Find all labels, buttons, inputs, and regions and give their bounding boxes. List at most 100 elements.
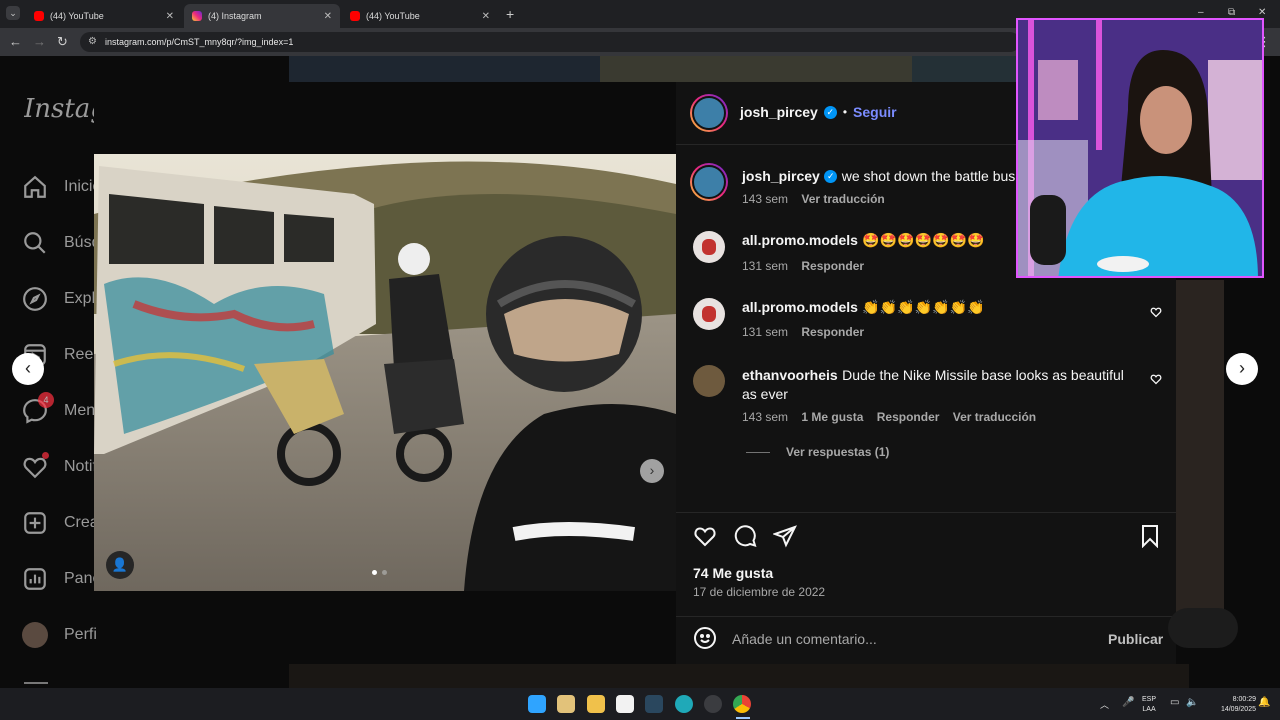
heart-icon[interactable] [1150,373,1162,385]
caption-time: 143 sem [742,192,789,206]
tagged-users-icon[interactable]: 👤 [106,551,134,579]
address-bar[interactable]: ⚙ instagram.com/p/CmST_mny8qr/?img_index… [80,32,1020,52]
author-avatar[interactable] [690,94,728,132]
sidebar-item-dashboard[interactable]: Panel [22,566,96,592]
youtube-icon [34,11,44,21]
reply-link[interactable]: Responder [877,410,940,424]
notifications-icon[interactable]: 🔔 [1258,697,1270,708]
obs-icon[interactable] [704,695,722,713]
url-text: instagram.com/p/CmST_mny8qr/?img_index=1 [105,37,294,47]
store-icon[interactable] [557,695,575,713]
instagram-logo[interactable]: Instagram [24,94,94,124]
forward-icon[interactable]: → [33,34,46,49]
maximize-button[interactable]: ⧉ [1228,7,1235,18]
post-image[interactable]: 👤 › [94,154,676,591]
save-icon[interactable] [1138,524,1162,548]
share-icon[interactable] [773,524,797,548]
sidebar-item-label: Mensajes [64,402,96,419]
tab-title: (44) YouTube [50,11,104,21]
commenter-avatar[interactable] [693,231,725,263]
replies-line [746,452,770,453]
youtube-icon [350,11,360,21]
clock[interactable]: 8:00:29 14/09/2025 [1208,695,1256,715]
comment-likes[interactable]: 1 Me gusta [801,410,863,424]
close-icon[interactable]: ✕ [324,11,332,22]
commenter-avatar[interactable] [693,298,725,330]
emoji-icon[interactable] [693,626,717,650]
comment-time: 131 sem [742,259,789,273]
search-icon [24,232,46,254]
tab-youtube-1[interactable]: (44) YouTube ✕ [26,4,182,28]
file-explorer-icon[interactable] [587,695,605,713]
volume-icon[interactable]: 🔈 [1186,697,1198,708]
comment-username[interactable]: all.promo.models [742,232,858,248]
tab-title: (44) YouTube [366,11,420,21]
dashboard-icon [24,568,46,590]
carousel-dot-active [372,570,377,575]
capcut-icon[interactable] [616,695,634,713]
separator-dot: • [842,105,848,119]
background-post-image [289,56,600,82]
sidebar-item-label: Perfil [64,626,96,643]
sidebar-item-messages[interactable]: 4 Mensajes [22,392,96,424]
translate-link[interactable]: Ver traducción [953,410,1036,424]
sidebar-item-home[interactable]: Inicio [22,174,96,200]
comment-icon[interactable] [733,524,757,548]
sidebar-item-profile[interactable]: Perfil [22,622,96,648]
next-post-button[interactable]: › [1226,353,1258,385]
language-indicator[interactable]: ESP LAA [1142,695,1156,715]
sidebar-item-create[interactable]: Crear [22,510,96,536]
likes-count[interactable]: 74 Me gusta [693,565,773,581]
translate-link[interactable]: Ver traducción [801,192,884,206]
close-window-button[interactable]: ✕ [1258,7,1266,18]
tab-instagram[interactable]: (4) Instagram ✕ [184,4,340,28]
microphone-icon[interactable]: 🎤 [1122,697,1134,708]
edge-icon[interactable] [675,695,693,713]
back-icon[interactable]: ← [9,34,22,49]
carousel-next-button[interactable]: › [640,459,664,483]
tab-youtube-2[interactable]: (44) YouTube ✕ [342,4,498,28]
close-icon[interactable]: ✕ [166,11,174,22]
close-icon[interactable]: ✕ [482,11,490,22]
network-icon[interactable]: ▭ [1170,697,1179,708]
minimize-button[interactable]: – [1198,7,1204,18]
avatar [22,622,48,648]
new-tab-button[interactable]: + [506,6,514,22]
sidebar-item-label: Explorar [64,290,96,307]
sidebar-item-notifications[interactable]: Notificaciones [22,452,96,480]
sidebar-item-search[interactable]: Búsqueda [22,230,96,256]
heart-icon[interactable] [1150,306,1162,318]
caption-username[interactable]: josh_pircey [742,168,820,184]
steam-icon[interactable] [645,695,663,713]
view-replies-link[interactable]: Ver respuestas (1) [786,445,889,459]
chevron-up-icon[interactable]: ︿ [1100,698,1109,711]
follow-button[interactable]: Seguir [853,104,897,120]
language-region: LAA [1142,706,1156,713]
comment-username[interactable]: all.promo.models [742,299,858,315]
reload-icon[interactable]: ↻ [57,34,68,50]
windows-start-icon[interactable] [528,695,546,713]
more-menu-icon[interactable] [24,682,48,684]
caption-avatar[interactable] [690,163,728,201]
site-info-icon[interactable]: ⚙ [88,36,97,47]
notification-badge: 4 [38,392,54,408]
clock-time: 8:00:29 [1232,696,1256,703]
publish-button[interactable]: Publicar [1108,631,1163,647]
instagram-icon [192,11,202,21]
comment-input[interactable]: Añade un comentario... [732,631,877,647]
comment-username[interactable]: ethanvoorheis [742,367,838,383]
notification-dot [42,452,49,459]
webcam-overlay [1016,18,1264,278]
sidebar-item-label: Crear [64,514,96,531]
chrome-icon[interactable] [733,695,751,713]
comment-text: 👏👏👏👏👏👏👏 [862,299,985,315]
tab-search-button[interactable]: ⌄ [6,6,20,20]
commenter-avatar[interactable] [693,365,725,397]
previous-post-button[interactable]: ‹ [12,353,44,385]
reply-link[interactable]: Responder [801,259,864,273]
sidebar-item-explore[interactable]: Explorar [22,286,96,312]
reply-link[interactable]: Responder [801,325,864,339]
author-username[interactable]: josh_pircey [740,104,818,120]
background-messages-widget [1168,608,1238,648]
like-icon[interactable] [693,524,717,548]
